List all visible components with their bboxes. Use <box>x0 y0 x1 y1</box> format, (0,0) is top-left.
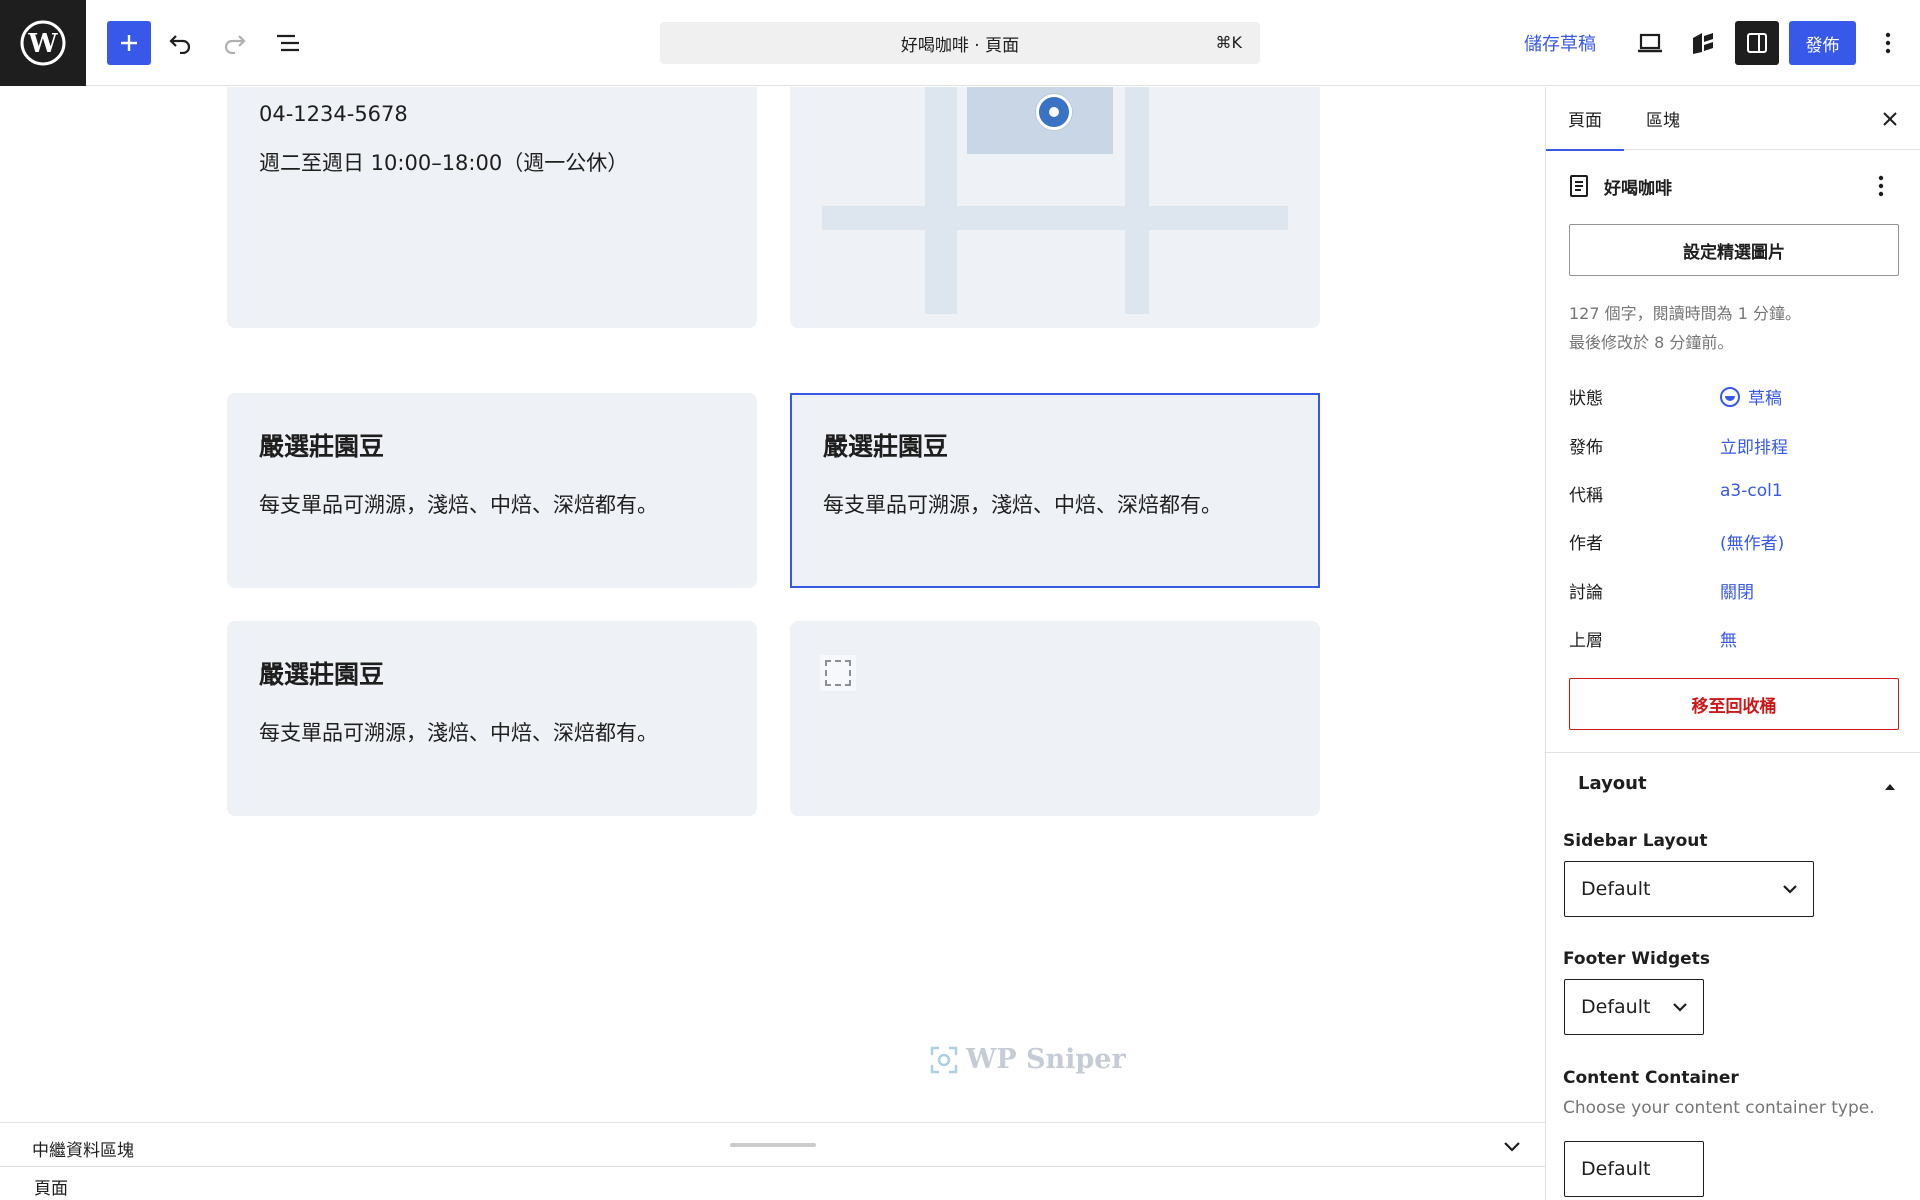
map-road <box>1125 87 1149 314</box>
footer-widgets-value: Default <box>1581 996 1651 1018</box>
sniper-logo-icon <box>930 1046 958 1073</box>
chevron-down-icon <box>1673 1003 1687 1012</box>
feature-desc[interactable]: 每支單品可溯源，淺焙、中焙、深焙都有。 <box>259 717 658 747</box>
settings-sidebar: 頁面 區塊 好喝咖啡 設定精選圖片 127 個字，閱讀時間為 1 分鐘。 最後修… <box>1545 87 1920 1200</box>
options-button[interactable] <box>1866 21 1910 65</box>
map-card[interactable] <box>790 87 1320 328</box>
sidebar-tabs: 頁面 區塊 <box>1546 87 1920 151</box>
svg-text:W: W <box>27 29 58 59</box>
contact-hours[interactable]: 週二至週日 10:00–18:00（週一公休） <box>259 147 628 177</box>
divider <box>1546 752 1920 753</box>
chevron-down-icon <box>1783 885 1797 894</box>
list-view-icon <box>277 34 299 52</box>
plugin-logo-icon <box>1693 33 1713 54</box>
feature-card-1[interactable]: 嚴選莊園豆 每支單品可溯源，淺焙、中焙、深焙都有。 <box>227 393 757 588</box>
footer-widgets-label: Footer Widgets <box>1563 949 1710 969</box>
meta-boxes-title: 中繼資料區塊 <box>32 1141 134 1161</box>
wordpress-logo-icon[interactable]: W <box>0 0 86 86</box>
document-summary: 好喝咖啡 <box>1569 171 1899 201</box>
content-container-value: Default <box>1581 1158 1651 1180</box>
command-palette-bar[interactable]: 好喝咖啡 · 頁面 ⌘K <box>660 22 1260 64</box>
more-vertical-icon <box>1885 32 1891 54</box>
content-container-help: Choose your content container type. <box>1563 1098 1875 1118</box>
author-toggle[interactable]: (無作者) <box>1720 529 1784 554</box>
feature-card-2-selected[interactable]: 嚴選莊園豆 每支單品可溯源，淺焙、中焙、深焙都有。 <box>790 393 1320 588</box>
sidebar-layout-label: Sidebar Layout <box>1563 831 1708 851</box>
map-pin-icon <box>1036 94 1072 130</box>
feature-title[interactable]: 嚴選莊園豆 <box>259 427 384 463</box>
plus-icon <box>121 35 137 51</box>
status-value: 草稿 <box>1748 389 1782 409</box>
feature-title[interactable]: 嚴選莊園豆 <box>823 427 948 463</box>
publish-schedule-toggle[interactable]: 立即排程 <box>1720 433 1788 458</box>
sidebar-icon <box>1747 33 1767 53</box>
editor-canvas: 04-1234-5678 週二至週日 10:00–18:00（週一公休） 嚴選莊… <box>0 87 1545 1122</box>
caret-up-icon <box>1885 784 1895 790</box>
feature-desc[interactable]: 每支單品可溯源，淺焙、中焙、深焙都有。 <box>259 489 658 519</box>
document-title-label: 好喝咖啡 <box>1604 178 1672 199</box>
parent-toggle[interactable]: 無 <box>1720 626 1737 651</box>
layout-panel-toggle[interactable] <box>1880 777 1900 797</box>
preview-button[interactable] <box>1628 21 1672 65</box>
document-actions-button[interactable] <box>1869 173 1893 199</box>
word-count: 127 個字，閱讀時間為 1 分鐘。 <box>1569 304 1801 323</box>
save-draft-button[interactable]: 儲存草稿 <box>1524 30 1596 56</box>
content-container-label: Content Container <box>1563 1068 1739 1088</box>
content-container-select[interactable]: Default <box>1564 1141 1704 1197</box>
set-featured-image-button[interactable]: 設定精選圖片 <box>1569 224 1899 276</box>
sidebar-layout-select[interactable]: Default <box>1564 861 1814 917</box>
meta-boxes-panel: 中繼資料區塊 <box>0 1122 1545 1167</box>
slug-toggle[interactable]: a3-col1 <box>1720 481 1783 501</box>
document-title: 好喝咖啡 · 頁面 <box>900 35 1020 56</box>
redo-icon <box>224 35 246 54</box>
footer-widgets-select[interactable]: Default <box>1564 979 1704 1035</box>
close-sidebar-button[interactable] <box>1876 105 1904 133</box>
contact-phone[interactable]: 04-1234-5678 <box>259 102 408 126</box>
last-modified: 最後修改於 8 分鐘前。 <box>1569 333 1734 352</box>
watermark-text: WP Sniper <box>966 1044 1126 1075</box>
redo-button[interactable] <box>212 21 256 65</box>
tab-page[interactable]: 頁面 <box>1546 87 1624 151</box>
resize-handle[interactable] <box>730 1143 816 1147</box>
document-overview-button[interactable] <box>266 21 310 65</box>
placeholder-block-icon[interactable] <box>820 655 856 691</box>
spectra-tools-button[interactable] <box>1681 21 1725 65</box>
prop-label-author: 作者 <box>1569 534 1603 554</box>
chevron-down-icon <box>1504 1142 1520 1152</box>
feature-title[interactable]: 嚴選莊園豆 <box>259 655 384 691</box>
meta-boxes-toggle-button[interactable] <box>1500 1135 1524 1159</box>
layout-panel-heading[interactable]: Layout <box>1578 773 1647 794</box>
close-icon <box>1883 112 1897 126</box>
publish-button[interactable]: 發佈 <box>1789 21 1856 65</box>
discussion-toggle[interactable]: 關閉 <box>1720 578 1754 603</box>
desktop-icon <box>1638 33 1662 53</box>
prop-label-parent: 上層 <box>1569 631 1603 651</box>
prop-label-status: 狀態 <box>1569 389 1603 409</box>
status-toggle[interactable]: 草稿 <box>1720 384 1782 409</box>
command-shortcut: ⌘K <box>1215 33 1243 52</box>
prop-label-publish: 發佈 <box>1569 438 1603 458</box>
watermark: WP Sniper <box>930 1044 1126 1075</box>
more-vertical-icon <box>1878 175 1884 197</box>
prop-label-slug: 代稱 <box>1569 486 1603 506</box>
add-block-button[interactable] <box>107 21 151 65</box>
settings-toggle-button[interactable] <box>1735 21 1779 65</box>
undo-icon <box>169 35 191 54</box>
block-breadcrumb[interactable]: 頁面 <box>34 1174 68 1199</box>
undo-button[interactable] <box>159 21 203 65</box>
prop-label-discussion: 討論 <box>1569 583 1603 603</box>
contact-card[interactable]: 04-1234-5678 週二至週日 10:00–18:00（週一公休） <box>227 87 757 328</box>
tab-block[interactable]: 區塊 <box>1624 87 1702 150</box>
map-road <box>925 87 957 314</box>
move-to-trash-button[interactable]: 移至回收桶 <box>1569 678 1899 730</box>
empty-column-card[interactable] <box>790 621 1320 816</box>
map-road <box>822 206 1288 230</box>
page-icon <box>1570 175 1588 197</box>
sidebar-layout-value: Default <box>1581 878 1651 900</box>
editor-header: W 好喝咖啡 · 頁面 ⌘K 儲存草稿 發佈 <box>0 0 1920 86</box>
feature-desc[interactable]: 每支單品可溯源，淺焙、中焙、深焙都有。 <box>823 489 1222 519</box>
feature-card-3[interactable]: 嚴選莊園豆 每支單品可溯源，淺焙、中焙、深焙都有。 <box>227 621 757 816</box>
draft-status-icon <box>1720 386 1740 407</box>
